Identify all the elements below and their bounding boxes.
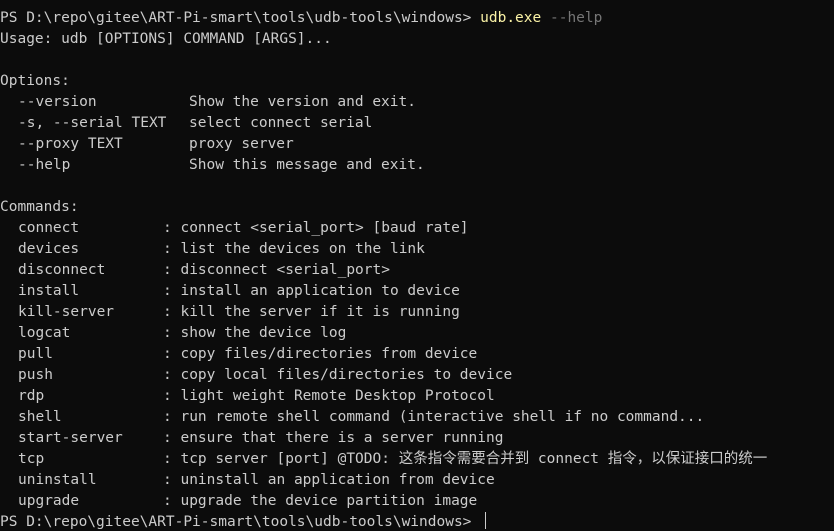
- command-row: uninstall : uninstall an application from…: [0, 470, 834, 491]
- command-item-desc: : list the devices on the link: [163, 241, 425, 257]
- command-item-desc: : install an application to device: [163, 283, 460, 299]
- command-argument: --help: [549, 10, 603, 26]
- command-row: shell : run remote shell command (interac…: [0, 407, 834, 428]
- option-flag: -s, --serial TEXT: [18, 115, 167, 131]
- commands-header: Commands:: [0, 199, 79, 215]
- command-item-name: uninstall: [18, 472, 97, 488]
- command-row: disconnect : disconnect <serial_port>: [0, 260, 834, 281]
- command-line: PS D:\repo\gitee\ART-Pi-smart\tools\udb-…: [0, 8, 834, 29]
- option-desc: Show this message and exit.: [189, 157, 425, 173]
- command-row: install : install an application to devic…: [0, 281, 834, 302]
- command-item-name: logcat: [18, 325, 71, 341]
- option-desc: proxy server: [189, 136, 294, 152]
- command-item-desc: : connect <serial_port> [baud rate]: [163, 220, 469, 236]
- option-row: -s, --serial TEXT select connect serial: [0, 113, 834, 134]
- command-row: start-server : ensure that there is a ser…: [0, 428, 834, 449]
- command-item-name: push: [18, 367, 53, 383]
- command-item-name: install: [18, 283, 80, 299]
- command-item-desc: : run remote shell command (interactive …: [163, 409, 705, 425]
- command-item-name: start-server: [18, 430, 123, 446]
- options-header: Options:: [0, 73, 70, 89]
- option-desc: Show the version and exit.: [189, 94, 416, 110]
- option-row: --proxy TEXT proxy server: [0, 134, 834, 155]
- option-flag: --proxy TEXT: [18, 136, 123, 152]
- option-row: --help Show this message and exit.: [0, 155, 834, 176]
- command-item-desc: : light weight Remote Desktop Protocol: [163, 388, 495, 404]
- text-cursor: [485, 512, 487, 529]
- command-item-name: tcp: [18, 451, 45, 467]
- command-row: kill-server : kill the server if it is ru…: [0, 302, 834, 323]
- command-item-desc: : kill the server if it is running: [163, 304, 460, 320]
- command-item-desc: : upgrade the device partition image: [163, 493, 478, 509]
- prompt-text: PS D:\repo\gitee\ART-Pi-smart\tools\udb-…: [0, 10, 481, 26]
- command-row: devices : list the devices on the link: [0, 239, 834, 260]
- option-desc: select connect serial: [189, 115, 373, 131]
- command-row: rdp : light weight Remote Desktop Protoco…: [0, 386, 834, 407]
- command-item-desc: : disconnect <serial_port>: [163, 262, 390, 278]
- command-item-name: connect: [18, 220, 80, 236]
- command-item-desc: : ensure that there is a server running: [163, 430, 504, 446]
- command-item-desc: : copy local files/directories to device: [163, 367, 513, 383]
- command-item-name: kill-server: [18, 304, 115, 320]
- command-row: logcat : show the device log: [0, 323, 834, 344]
- command-item-desc: : copy files/directories from device: [163, 346, 478, 362]
- option-row: --version Show the version and exit.: [0, 92, 834, 113]
- command-row: tcp : tcp server [port] @TODO: 这条指令需要合并到 …: [0, 449, 834, 470]
- command-item-name: rdp: [18, 388, 45, 404]
- command-item-desc: : show the device log: [163, 325, 347, 341]
- command-name: udb.exe: [480, 10, 542, 26]
- command-item-name: shell: [18, 409, 62, 425]
- command-row: push : copy local files/directories to de…: [0, 365, 834, 386]
- command-item-name: pull: [18, 346, 53, 362]
- current-prompt-line[interactable]: PS D:\repo\gitee\ART-Pi-smart\tools\udb-…: [0, 512, 834, 531]
- option-flag: --version: [18, 94, 97, 110]
- command-item-name: devices: [18, 241, 80, 257]
- command-item-desc: : uninstall an application from device: [163, 472, 495, 488]
- command-item-name: disconnect: [18, 262, 106, 278]
- command-item-desc: : tcp server [port] @TODO: 这条指令需要合并到 con…: [163, 451, 768, 467]
- command-row: pull : copy files/directories from device: [0, 344, 834, 365]
- option-flag: --help: [18, 157, 71, 173]
- command-row: connect : connect <serial_port> [baud rat…: [0, 218, 834, 239]
- terminal-window[interactable]: PS D:\repo\gitee\ART-Pi-smart\tools\udb-…: [0, 0, 834, 531]
- usage-line: Usage: udb [OPTIONS] COMMAND [ARGS]...: [0, 31, 332, 47]
- command-row: upgrade : upgrade the device partition im…: [0, 491, 834, 512]
- prompt-text: PS D:\repo\gitee\ART-Pi-smart\tools\udb-…: [0, 514, 481, 530]
- command-item-name: upgrade: [18, 493, 80, 509]
